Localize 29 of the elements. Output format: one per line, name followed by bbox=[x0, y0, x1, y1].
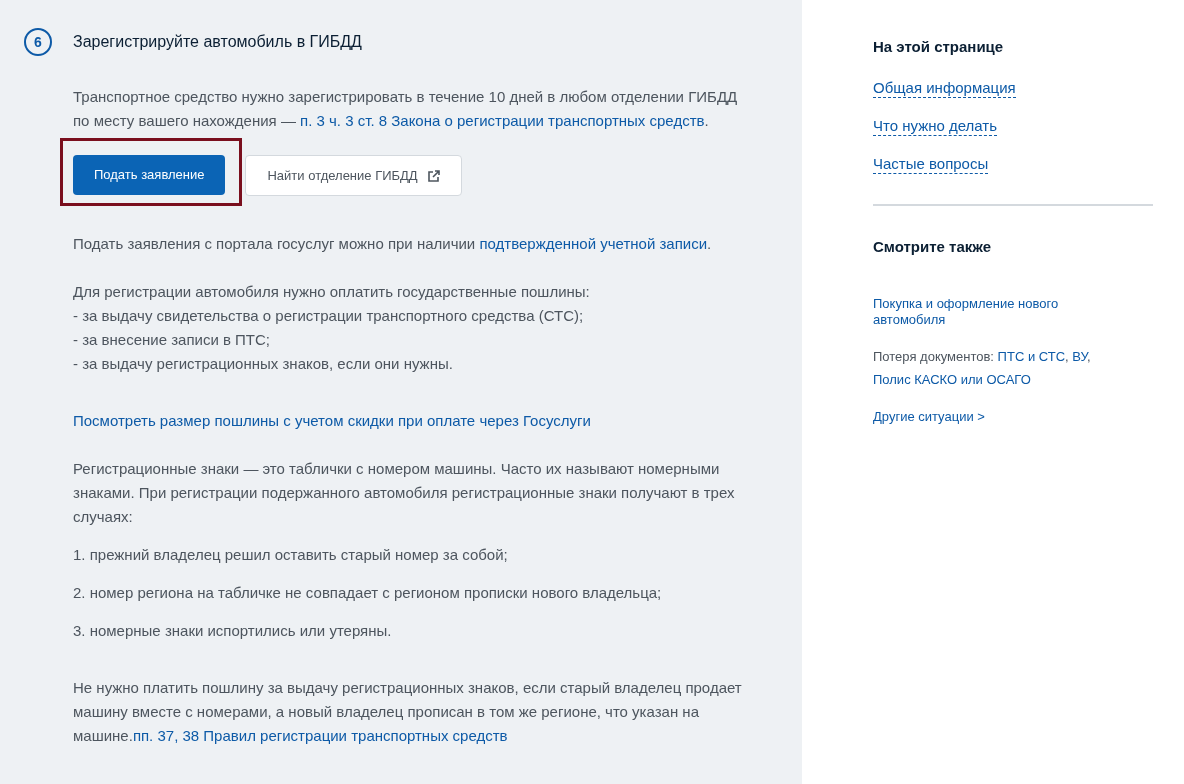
step-number: 6 bbox=[24, 28, 52, 56]
sidebar-heading: На этой странице bbox=[873, 37, 1005, 57]
sidebar-text: Потеря документов: ПТС и СТС, ВУ, Полис КАСКО или ОСАГО bbox=[873, 348, 1092, 389]
paragraph: Подать заявления с портала госуслуг можно при наличии подтвержденной учетной записи. bbox=[73, 234, 713, 254]
list-item: 3. номерные знаки испортились или утеряны. bbox=[73, 621, 393, 641]
link[interactable]: пп. 37, 38 Правил регистрации транспортных средств bbox=[132, 727, 508, 744]
link[interactable]: Полис КАСКО или ОСАГО bbox=[873, 372, 1031, 387]
text-line: - за выдачу свидетельства о регистрации транспортного средства (СТС); bbox=[73, 306, 585, 326]
anchor-link[interactable]: Общая информация bbox=[873, 78, 1016, 98]
sidebar-heading: Смотрите также bbox=[873, 236, 993, 257]
paragraph: Не нужно платить пошлину за выдачу регистрационных знаков, если старый владелец продает машину вместе с номерами, а новый владелец прописан в том же регионе, что указан на машине.пп. 37, 38 Правил регистрации транспортных средств bbox=[73, 678, 743, 746]
link[interactable]: п. 3 ч. 3 ст. 8 Закона о регистрации транспортных средств bbox=[300, 112, 705, 129]
text-line: Для регистрации автомобиля нужно оплатить государственные пошлины: bbox=[73, 282, 591, 302]
text-line: - за выдачу регистрационных знаков, если они нужны. bbox=[73, 354, 454, 374]
paragraph: Регистрационные знаки — это таблички с номером машины. Часто их называют номерными знаками. При регистрации подержанного автомобиля регистрационные знаки получают в трех случаях: bbox=[73, 459, 736, 527]
find-button[interactable]: Найти отделение ГИБДД bbox=[245, 155, 462, 196]
step-title: Зарегистрируйте автомобиль в ГИБДД bbox=[73, 32, 362, 52]
anchor-link[interactable]: Что нужно делать bbox=[873, 116, 998, 136]
anchor-link[interactable]: Частые вопросы bbox=[873, 154, 989, 174]
paragraph: Транспортное средство нужно зарегистрировать в течение 10 дней в любом отделении ГИБДД по месту вашего нахождения — п. 3 ч. 3 ст. 8 Закона о регистрации транспортных средств. bbox=[73, 87, 739, 131]
link[interactable]: Другие ситуации > bbox=[873, 409, 985, 425]
list-item: 2. номер региона на табличке не совпадает с регионом прописки нового владельца; bbox=[73, 583, 663, 603]
link[interactable]: Покупка и оформление нового автомобиля bbox=[873, 296, 1113, 328]
submit-button[interactable]: Подать заявление bbox=[73, 155, 226, 195]
link[interactable]: Посмотреть размер пошлины с учетом скидки при оплате через Госуслуги bbox=[73, 409, 591, 433]
link[interactable]: ВУ bbox=[1072, 349, 1088, 364]
list-item: 1. прежний владелец решил оставить старый номер за собой; bbox=[73, 545, 509, 565]
text-line: - за внесение записи в ПТС; bbox=[73, 330, 271, 350]
link[interactable]: подтвержденной учетной записи bbox=[479, 235, 708, 252]
